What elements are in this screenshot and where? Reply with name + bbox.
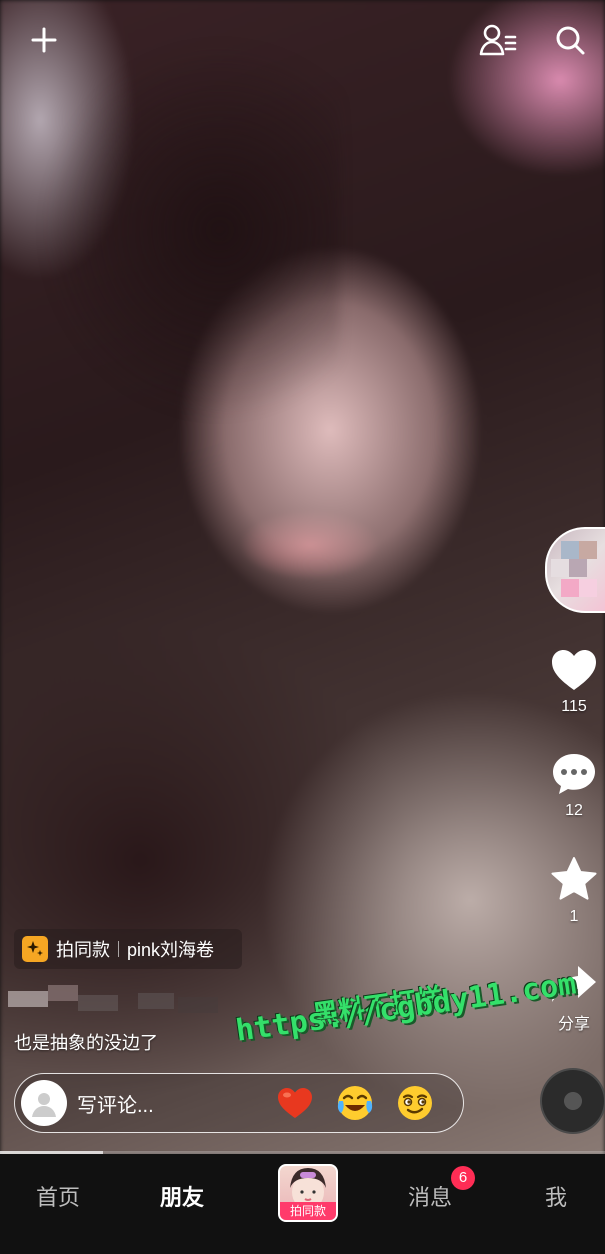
comment-button[interactable]: 12 <box>544 752 604 820</box>
author-name-redacted[interactable] <box>8 985 228 1015</box>
smirk-emoji-icon <box>398 1086 432 1120</box>
redaction-pixel <box>48 985 78 1001</box>
star-icon <box>551 857 597 900</box>
favorite-count: 1 <box>569 908 579 925</box>
nav-home[interactable]: 首页 <box>18 1180 98 1212</box>
template-thumbnail-icon <box>290 1168 326 1210</box>
video-caption: 也是抽象的没边了 <box>14 1033 158 1053</box>
nav-me[interactable]: 我 <box>516 1180 596 1212</box>
heart-icon <box>552 650 596 690</box>
avatar-pixel <box>569 559 587 577</box>
template-chip-name: pink刘海卷 <box>127 940 215 960</box>
comment-count: 12 <box>565 802 583 819</box>
comment-bubble-icon <box>553 754 595 794</box>
nav-friends[interactable]: 朋友 <box>142 1180 222 1212</box>
avatar-pixel <box>551 559 569 577</box>
friends-list-icon[interactable] <box>476 18 520 62</box>
like-count: 115 <box>561 698 587 715</box>
template-chip-label: 拍同款 <box>56 940 110 960</box>
comment-input-placeholder[interactable]: 写评论... <box>77 1089 257 1118</box>
music-disc[interactable] <box>540 1068 605 1134</box>
user-avatar-placeholder <box>21 1080 67 1126</box>
favorite-button[interactable]: 1 <box>544 856 604 926</box>
nav-create-template-label: 拍同款 <box>280 1202 336 1220</box>
messages-badge: 6 <box>451 1166 475 1190</box>
share-label: 分享 <box>557 1016 590 1033</box>
divider <box>118 941 119 957</box>
bottom-nav: 首页 朋友 拍同款 消息 我 <box>0 1154 605 1254</box>
avatar-pixel <box>579 541 597 559</box>
avatar-pixel <box>579 579 597 597</box>
laugh-cry-emoji-icon <box>337 1086 373 1120</box>
redaction-pixel <box>78 995 118 1011</box>
sparkle-icon <box>22 936 48 962</box>
avatar-pixel <box>561 541 579 559</box>
nav-create-template-button[interactable]: 拍同款 <box>278 1164 338 1222</box>
template-chip[interactable]: 拍同款 pink刘海卷 <box>14 929 242 969</box>
smirk-emoji-button[interactable] <box>393 1081 437 1125</box>
heart-emoji-button[interactable] <box>273 1081 317 1125</box>
redaction-pixel <box>8 991 48 1007</box>
laugh-cry-emoji-button[interactable] <box>333 1081 377 1125</box>
heart-emoji-icon <box>278 1088 312 1118</box>
like-button[interactable]: 115 <box>544 648 604 716</box>
plus-icon[interactable] <box>22 18 66 62</box>
avatar-pixel <box>561 579 579 597</box>
redaction-pixel <box>138 993 174 1009</box>
redaction-pixel <box>178 997 218 1013</box>
video-frame-shade <box>40 40 340 420</box>
comment-input-bar[interactable]: 写评论... <box>14 1073 464 1133</box>
search-icon[interactable] <box>548 18 592 62</box>
